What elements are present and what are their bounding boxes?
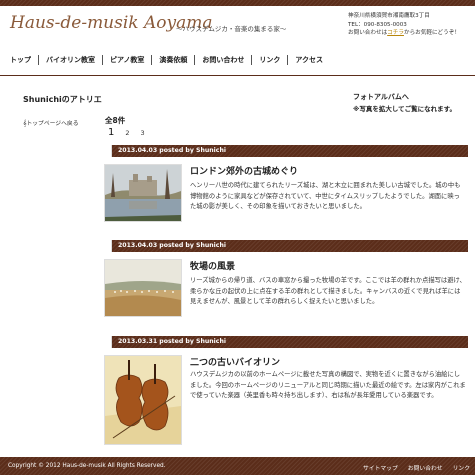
page-title: Shunichiのアトリエ [23,95,102,104]
post-body: ハウスデムジカの以前のホームページに載せた写真の構図で、実物を近くに置きながら油… [190,371,466,399]
post-body: ヘンリー八世の時代に建てられたリーズ城は、湖と木立に囲まれた美しい古城でした。城… [190,182,461,210]
nav-item-contact[interactable]: お問い合わせ [194,55,251,65]
post-item: 2013.03.31 posted by Shunichi 二つの古いバイオリン… [103,336,468,446]
photo-album-note: ※写真を拡大してご覧になれます。 [353,105,456,113]
address-line: 神奈川県横須賀市湘南鷹取3丁目 [348,13,430,19]
castle-painting-thumbnail[interactable] [104,164,182,222]
footer-link-links[interactable]: リンク [453,463,470,472]
phone-line: TEL：090-8305-0003 [348,21,407,28]
nav-item-performance[interactable]: 演奏依頼 [151,55,194,65]
post-header: 2013.03.31 posted by Shunichi [103,336,468,348]
page-1-link[interactable]: 1 [108,127,114,138]
footer-link-contact[interactable]: お問い合わせ [408,463,443,472]
post-header-tab [103,336,112,348]
nav-item-violin-class[interactable]: バイオリン教室 [38,55,102,65]
pagination: 1 2 3 [108,127,145,138]
main-nav: トップ バイオリン教室 ピアノ教室 演奏依頼 お問い合わせ リンク アクセス [10,54,330,66]
nav-item-links[interactable]: リンク [251,55,287,65]
pasture-painting-thumbnail[interactable] [104,259,182,317]
post-item: 2013.04.03 posted by Shunichi ロンドン郊外の古城め… [103,145,468,235]
post-body: リーズ城からの帰り道、バスの車窓から撮った牧場の羊です。ここでは羊の群れか点描写… [190,277,466,305]
footer-links: サイトマップ お問い合わせ リンク [363,463,470,472]
post-item: 2013.04.03 posted by Shunichi 牧場の風景 リーズ城… [103,240,468,330]
photo-album-link[interactable]: フォトアルバムへ [353,92,409,102]
post-title[interactable]: 二つの古いバイオリン [190,355,280,368]
contact-info: 神奈川県横須賀市湘南鷹取3丁目 TEL：090-8305-0003 お問い合わせ… [348,12,460,38]
post-header-tab [103,240,112,252]
page-3-link[interactable]: 3 [141,129,145,137]
post-header-tab [103,145,112,157]
violins-painting-thumbnail[interactable] [104,355,182,445]
top-bar [0,0,475,6]
post-count: 全8件 [105,116,126,125]
nav-item-piano-class[interactable]: ピアノ教室 [102,55,151,65]
back-to-top-link[interactable]: 𝄞トップページへ戻る [23,118,79,128]
nav-divider [0,75,475,76]
post-meta: 2013.03.31 posted by Shunichi [118,338,227,345]
contact-link[interactable]: コチラ [387,30,404,36]
post-title[interactable]: ロンドン郊外の古城めぐり [190,164,298,177]
nav-item-top[interactable]: トップ [10,55,38,65]
post-header: 2013.04.03 posted by Shunichi [103,240,468,252]
site-tagline: ～ハウスデムジカ・音楽の集まる家～ [176,25,287,33]
contact-line: お問い合わせはコチラからお気軽にどうぞ！ [348,29,460,38]
post-meta: 2013.04.03 posted by Shunichi [118,242,227,249]
page-2-link[interactable]: 2 [125,129,129,137]
contact-post-text: からお気軽にどうぞ！ [403,30,460,37]
footer: Copyright © 2012 Haus-de-musik All Right… [0,457,475,475]
post-meta: 2013.04.03 posted by Shunichi [118,147,227,154]
copyright-text: Copyright © 2012 Haus-de-musik All Right… [8,463,166,469]
footer-link-sitemap[interactable]: サイトマップ [363,463,398,472]
post-header: 2013.04.03 posted by Shunichi [103,145,468,157]
nav-item-access[interactable]: アクセス [287,55,330,65]
contact-pre-text: お問い合わせは [348,30,388,37]
post-title[interactable]: 牧場の風景 [190,259,235,272]
back-link-label: トップページへ戻る [26,121,79,127]
